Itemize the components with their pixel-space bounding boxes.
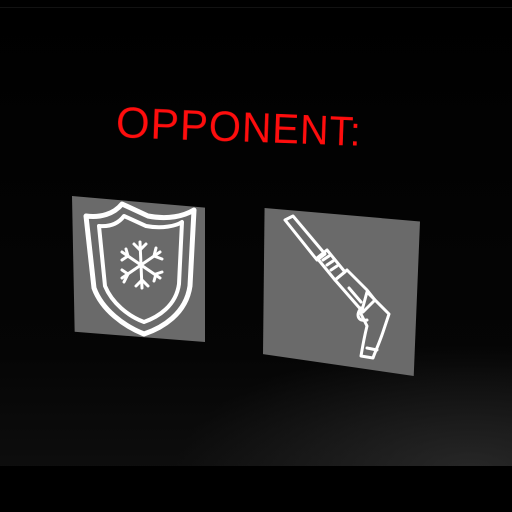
opponent-item-card-shield [72,196,205,342]
opponent-heading: OPPONENT: [115,98,363,156]
shield-snowflake-icon [83,201,197,337]
bottom-shadow-band [0,466,512,512]
game-scene: OPPONENT: [0,0,512,512]
opponent-item-card-shotgun [263,208,420,376]
top-edge-line [0,7,512,8]
shotgun-icon [283,214,391,360]
